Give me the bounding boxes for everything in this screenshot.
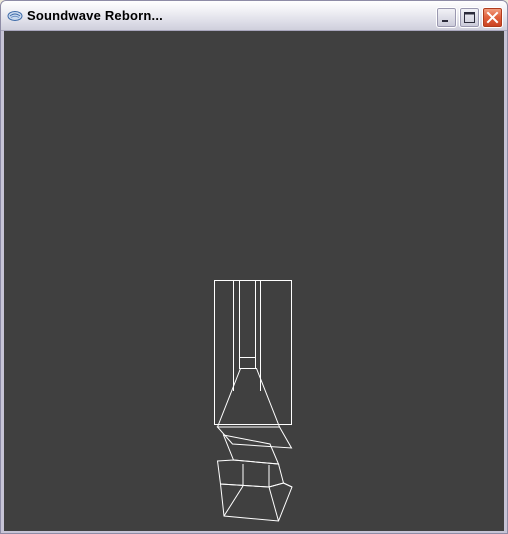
app-window: Soundwave Reborn... <box>0 0 508 534</box>
minimize-button[interactable] <box>436 7 457 28</box>
title-bar[interactable]: Soundwave Reborn... <box>1 1 507 31</box>
wireframe-cone <box>216 368 281 428</box>
app-icon[interactable] <box>7 9 23 21</box>
window-title: Soundwave Reborn... <box>27 8 163 23</box>
close-icon <box>486 11 499 24</box>
wireframe-foot-edge-c <box>283 482 293 488</box>
wireframe-foot-edge-a <box>223 485 244 517</box>
wireframe-neck <box>239 357 256 369</box>
wireframe-upper-box <box>214 280 292 425</box>
wireframe-foot-edge-b <box>268 486 279 522</box>
wireframe-foot <box>219 482 293 522</box>
render-viewport[interactable] <box>4 31 504 531</box>
maximize-button[interactable] <box>459 7 480 28</box>
wireframe-model <box>214 280 293 522</box>
wireframe-lower-body <box>216 459 285 488</box>
close-button[interactable] <box>482 7 503 28</box>
minimize-icon <box>442 20 448 22</box>
wireframe-flange <box>216 426 293 449</box>
maximize-icon <box>464 12 475 23</box>
